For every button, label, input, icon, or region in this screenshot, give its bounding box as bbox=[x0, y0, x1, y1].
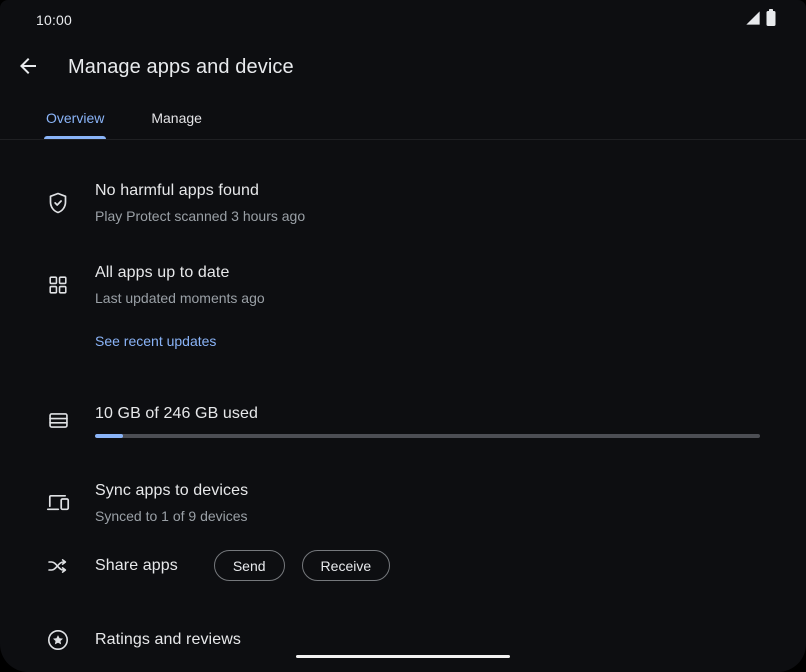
item-title: No harmful apps found bbox=[95, 180, 305, 202]
item-title: All apps up to date bbox=[95, 262, 265, 284]
battery-icon bbox=[766, 9, 776, 31]
tab-overview[interactable]: Overview bbox=[46, 94, 104, 139]
share-arrows-icon bbox=[46, 554, 70, 578]
list-item-share-apps: Share apps Send Receive bbox=[46, 550, 760, 581]
send-button[interactable]: Send bbox=[214, 550, 285, 581]
status-icons bbox=[745, 9, 776, 31]
status-time: 10:00 bbox=[36, 12, 72, 28]
item-subtitle: Synced to 1 of 9 devices bbox=[95, 507, 248, 525]
storage-icon bbox=[46, 409, 70, 433]
overview-content: No harmful apps found Play Protect scann… bbox=[0, 180, 806, 652]
storage-progress-fill bbox=[95, 434, 123, 438]
storage-usage-text: 10 GB of 246 GB used bbox=[95, 403, 760, 425]
tab-manage[interactable]: Manage bbox=[151, 94, 202, 139]
list-item-ratings-reviews[interactable]: Ratings and reviews bbox=[46, 628, 760, 652]
manage-apps-and-device-screen: 10:00 Manage apps and device Overview bbox=[0, 0, 806, 672]
star-circle-icon bbox=[46, 628, 70, 652]
list-item-play-protect[interactable]: No harmful apps found Play Protect scann… bbox=[46, 180, 760, 225]
item-title: Sync apps to devices bbox=[95, 480, 248, 502]
arrow-back-icon bbox=[16, 54, 40, 81]
storage-progress-bar bbox=[95, 434, 760, 438]
list-item-storage[interactable]: 10 GB of 246 GB used bbox=[46, 403, 760, 438]
apps-grid-icon bbox=[46, 273, 70, 297]
item-subtitle: Last updated moments ago bbox=[95, 289, 265, 307]
receive-button[interactable]: Receive bbox=[302, 550, 391, 581]
shield-check-icon bbox=[46, 191, 70, 215]
back-button[interactable] bbox=[6, 45, 50, 89]
tab-bar: Overview Manage bbox=[0, 94, 806, 140]
tab-overview-label: Overview bbox=[46, 110, 104, 126]
item-title: Ratings and reviews bbox=[95, 629, 241, 651]
devices-icon bbox=[46, 491, 70, 515]
list-item-sync-devices[interactable]: Sync apps to devices Synced to 1 of 9 de… bbox=[46, 480, 760, 525]
active-tab-indicator bbox=[44, 136, 106, 139]
tab-manage-label: Manage bbox=[151, 110, 202, 126]
gesture-navigation-handle[interactable] bbox=[296, 655, 510, 658]
recent-updates-row: See recent updates bbox=[46, 332, 760, 351]
item-subtitle: Play Protect scanned 3 hours ago bbox=[95, 207, 305, 225]
page-title: Manage apps and device bbox=[68, 56, 294, 79]
status-bar: 10:00 bbox=[0, 0, 806, 40]
see-recent-updates-link[interactable]: See recent updates bbox=[95, 332, 216, 350]
signal-icon bbox=[745, 10, 761, 31]
share-apps-label: Share apps bbox=[95, 555, 178, 577]
header: Manage apps and device bbox=[0, 40, 806, 94]
list-item-app-updates[interactable]: All apps up to date Last updated moments… bbox=[46, 262, 760, 307]
